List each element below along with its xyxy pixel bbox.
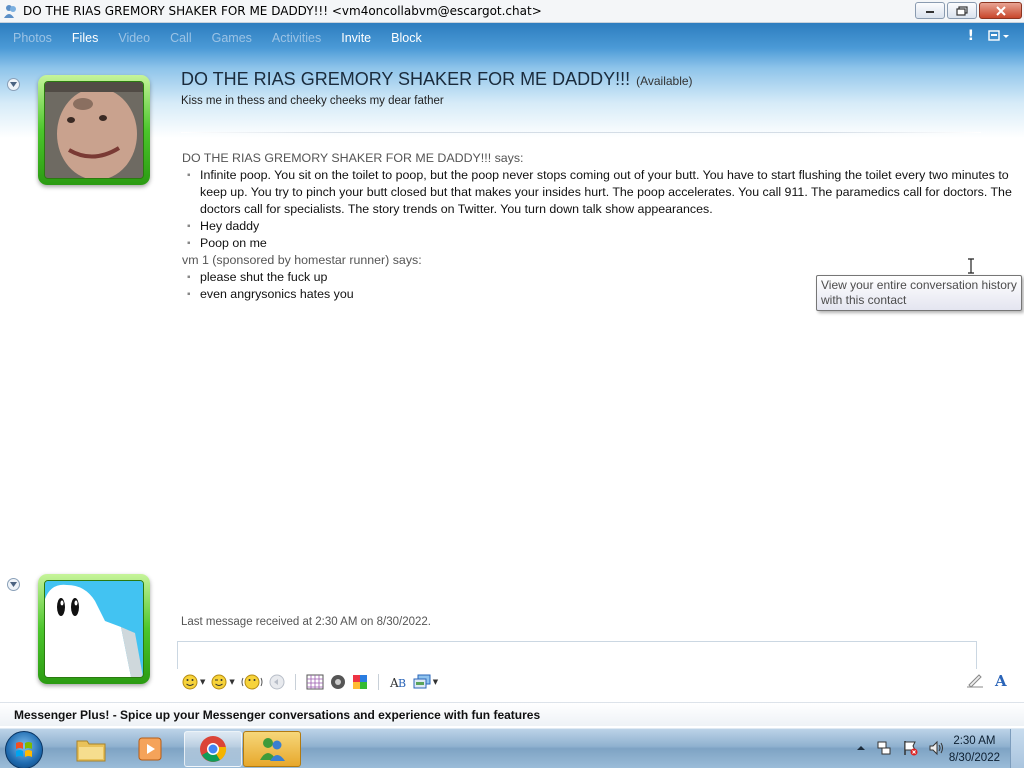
sender-says-line: vm 1 (sponsored by homestar runner) says… <box>182 253 422 267</box>
wink-icon <box>211 674 227 690</box>
toolbar-separator <box>377 674 379 690</box>
header-divider <box>181 132 981 133</box>
toolbar-call[interactable]: Call <box>160 31 202 45</box>
message-item: Poop on me <box>182 235 1020 252</box>
message-item: Infinite poop. You sit on the toilet to … <box>182 167 1020 218</box>
contact-avatar[interactable] <box>38 75 150 185</box>
contact-photo <box>44 81 144 179</box>
share-button[interactable]: ▼ <box>413 674 438 690</box>
spellcheck-icon: AB <box>389 676 406 690</box>
minimize-button[interactable] <box>915 2 945 19</box>
games-button[interactable] <box>352 674 368 690</box>
user-avatar[interactable] <box>38 574 150 684</box>
contact-personal-message: Kiss me in thess and cheeky cheeks my de… <box>181 95 444 107</box>
backgrounds-button[interactable] <box>306 674 324 690</box>
media-player-icon <box>138 737 162 761</box>
toolbar-games[interactable]: Games <box>202 31 262 45</box>
clock[interactable]: 2:30 AM 8/30/2022 <box>949 733 1000 767</box>
svg-text:B: B <box>398 677 406 690</box>
nudge-button[interactable] <box>241 674 263 690</box>
minimize-icon <box>926 10 934 13</box>
contact-name: DO THE RIAS GREMORY SHAKER FOR ME DADDY!… <box>181 69 693 90</box>
taskbar: 2:30 AM 8/30/2022 <box>0 728 1024 768</box>
taskbar-explorer[interactable] <box>62 731 120 767</box>
font-icon[interactable]: A <box>994 672 1008 688</box>
network-icon[interactable] <box>876 740 892 756</box>
handwriting-icon[interactable] <box>966 672 984 688</box>
nudge-alert-icon[interactable]: ! <box>968 28 974 44</box>
formatting-toolbar: ▼ ▼ AB ▼ <box>177 669 1007 695</box>
messenger-buddies-icon <box>260 738 285 761</box>
folder-icon <box>76 740 106 762</box>
background-grid-icon <box>306 674 324 690</box>
contact-status: (Available) <box>636 74 693 88</box>
font-style-button[interactable]: AB <box>389 674 407 690</box>
taskbar-chrome[interactable] <box>184 731 242 767</box>
user-display-picture <box>44 580 144 678</box>
text-cursor-icon <box>968 258 974 274</box>
close-icon <box>995 5 1006 16</box>
voice-clip-button[interactable] <box>269 674 285 690</box>
conversation-toolbar: Photos Files Video Call Games Activities… <box>0 23 1024 53</box>
sound-icon <box>330 675 345 689</box>
toolbar-video[interactable]: Video <box>108 31 160 45</box>
winks-button[interactable]: ▼ <box>211 674 235 690</box>
show-desktop-button[interactable] <box>1010 729 1024 768</box>
maximize-button[interactable] <box>947 2 977 19</box>
collapse-user-button[interactable] <box>7 578 20 591</box>
message-item: Hey daddy <box>182 218 1020 235</box>
smiley-icon <box>182 674 198 690</box>
sounds-button[interactable] <box>330 674 346 690</box>
messenger-icon <box>4 5 16 18</box>
sender-says-line: DO THE RIAS GREMORY SHAKER FOR ME DADDY!… <box>182 151 524 165</box>
toolbar-invite[interactable]: Invite <box>331 31 381 45</box>
restore-icon <box>956 5 968 16</box>
chevron-down-icon <box>10 582 17 587</box>
taskbar-media-player[interactable] <box>121 731 179 767</box>
chrome-icon <box>200 736 227 762</box>
collapse-contact-button[interactable] <box>7 78 20 91</box>
chevron-down-icon <box>10 82 17 87</box>
toolbar-files[interactable]: Files <box>62 31 108 45</box>
clock-time: 2:30 AM <box>953 735 996 747</box>
voice-clip-icon <box>269 674 285 690</box>
taskbar-messenger[interactable] <box>243 731 301 767</box>
message-input[interactable] <box>177 641 977 669</box>
menu-icon[interactable] <box>988 30 1010 42</box>
windows-logo-icon <box>16 742 32 757</box>
last-message-info: Last message received at 2:30 AM on 8/30… <box>181 616 431 628</box>
toolbar-photos[interactable]: Photos <box>0 31 62 45</box>
volume-icon[interactable] <box>928 740 944 756</box>
action-center-icon[interactable] <box>902 740 918 756</box>
toolbar-separator <box>294 674 296 690</box>
history-tooltip: View your entire conversation history wi… <box>816 275 1022 311</box>
nudge-icon <box>241 674 263 690</box>
show-hidden-icons-icon[interactable] <box>856 743 866 753</box>
contact-name-text: DO THE RIAS GREMORY SHAKER FOR ME DADDY!… <box>181 69 631 89</box>
close-button[interactable] <box>979 2 1022 19</box>
emoticons-button[interactable]: ▼ <box>182 674 205 690</box>
messenger-plus-banner[interactable]: Messenger Plus! - Spice up your Messenge… <box>0 702 1024 726</box>
title-bar: DO THE RIAS GREMORY SHAKER FOR ME DADDY!… <box>0 0 1024 23</box>
svg-text:A: A <box>994 672 1007 688</box>
share-window-icon <box>413 674 431 689</box>
toolbar-activities[interactable]: Activities <box>262 31 331 45</box>
puzzle-icon <box>352 675 367 689</box>
system-tray <box>856 740 944 756</box>
toolbar-block[interactable]: Block <box>381 31 432 45</box>
clock-date: 8/30/2022 <box>948 752 1000 764</box>
window-title: DO THE RIAS GREMORY SHAKER FOR ME DADDY!… <box>23 4 542 18</box>
start-button[interactable] <box>5 731 43 768</box>
